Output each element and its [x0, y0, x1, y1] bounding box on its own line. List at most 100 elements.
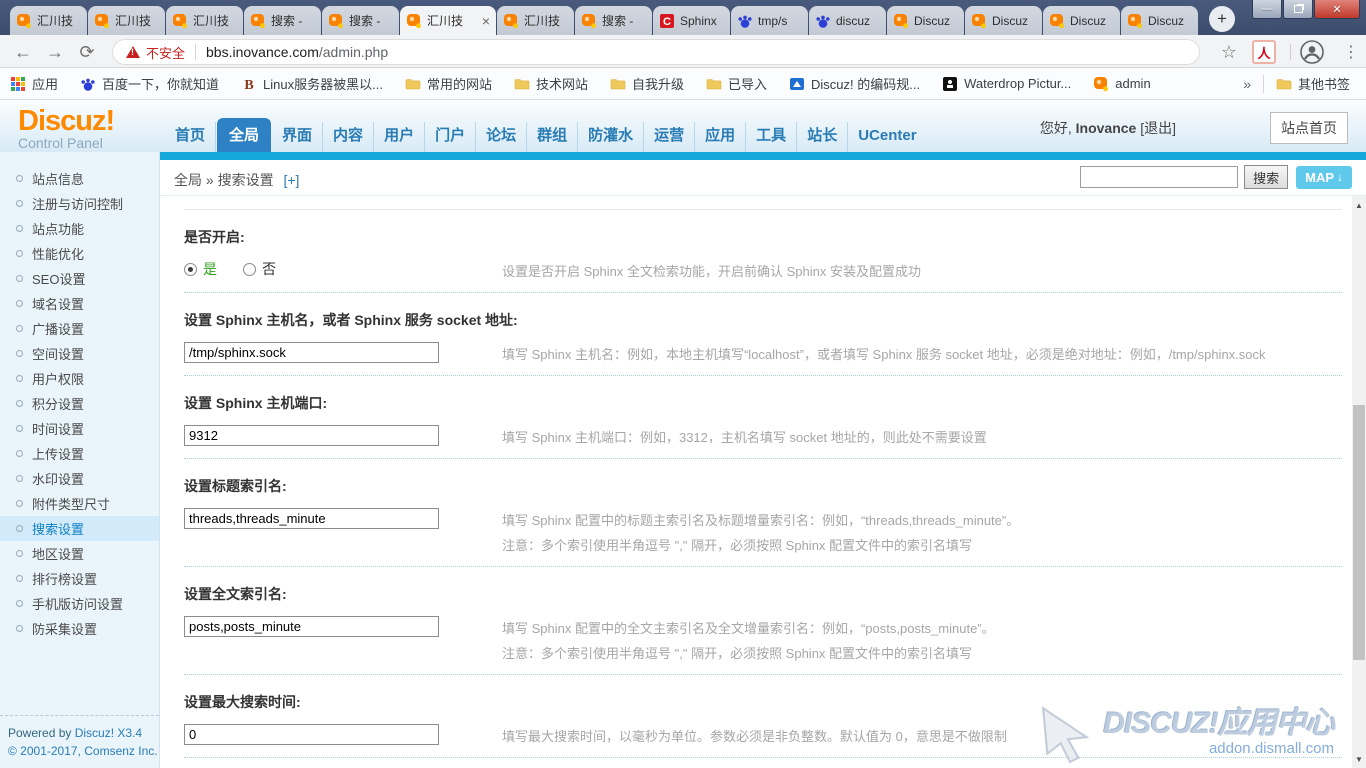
- reload-icon[interactable]: ⟳: [74, 39, 100, 65]
- radio-option[interactable]: 是: [184, 259, 217, 279]
- browser-tab[interactable]: 汇川技: [10, 6, 87, 35]
- input-max-search-time[interactable]: [184, 724, 439, 745]
- sidebar-item-upload[interactable]: 上传设置: [0, 441, 159, 466]
- sidebar-item-watermark[interactable]: 水印设置: [0, 466, 159, 491]
- bookmark-star-icon[interactable]: ☆: [1216, 39, 1242, 65]
- scrollbar-thumb[interactable]: [1353, 405, 1365, 660]
- bookmark-item[interactable]: 技术网站: [514, 74, 588, 93]
- sidebar-item-broadcast[interactable]: 广播设置: [0, 316, 159, 341]
- sidebar-item-ranking[interactable]: 排行榜设置: [0, 566, 159, 591]
- tab-close-icon[interactable]: ×: [482, 14, 490, 28]
- scroll-up-icon[interactable]: ▲: [1352, 198, 1366, 212]
- breadcrumb-global[interactable]: 全局: [174, 172, 202, 188]
- input-fulltext-index[interactable]: [184, 616, 439, 637]
- nav-tab-webmaster[interactable]: 站长: [797, 122, 848, 152]
- restore-window-button[interactable]: [1283, 0, 1313, 19]
- sidebar-item-attachment-type[interactable]: 附件类型尺寸: [0, 491, 159, 516]
- security-warning-text[interactable]: 不安全: [146, 43, 185, 62]
- breadcrumb-add-link[interactable]: [+]: [283, 172, 299, 188]
- sidebar-item-credits[interactable]: 积分设置: [0, 391, 159, 416]
- form-section-sphinx-port: 设置 Sphinx 主机端口:填写 Sphinx 主机端口：例如，3312，主机…: [184, 376, 1342, 459]
- nav-tab-user[interactable]: 用户: [374, 122, 425, 152]
- nav-tab-group[interactable]: 群组: [527, 122, 578, 152]
- sidebar-item-site-functions[interactable]: 站点功能: [0, 216, 159, 241]
- browser-tab[interactable]: 搜索 -: [244, 6, 321, 35]
- adobe-pdf-extension-icon[interactable]: 人: [1252, 40, 1276, 64]
- input-title-index[interactable]: [184, 508, 439, 529]
- bookmark-item[interactable]: 自我升级: [610, 74, 684, 93]
- input-sphinx-port[interactable]: [184, 425, 439, 446]
- radio-checked-icon[interactable]: [184, 263, 197, 276]
- nav-tab-anti-flood[interactable]: 防灌水: [578, 122, 644, 152]
- browser-tab[interactable]: 汇川技: [166, 6, 243, 35]
- admin-search-button[interactable]: 搜索: [1244, 165, 1288, 189]
- logout-link[interactable]: [退出]: [1140, 120, 1176, 136]
- radio-unchecked-icon[interactable]: [243, 263, 256, 276]
- close-window-button[interactable]: ✕: [1314, 0, 1360, 19]
- discuz-watermark: DISCUZ!应用中心 addon.dismall.com: [1039, 698, 1334, 764]
- address-bar[interactable]: 不安全 bbs.inovance.com /admin.php: [112, 39, 1200, 65]
- sidebar-item-register-access[interactable]: 注册与访问控制: [0, 191, 159, 216]
- bookmark-item[interactable]: admin: [1093, 76, 1150, 92]
- sidebar-item-site-info[interactable]: 站点信息: [0, 166, 159, 191]
- browser-tab[interactable]: Discuz: [965, 6, 1042, 35]
- sidebar-item-space[interactable]: 空间设置: [0, 341, 159, 366]
- nav-tab-global[interactable]: 全局: [217, 118, 271, 152]
- browser-menu-icon[interactable]: ⋮: [1338, 39, 1364, 65]
- map-button[interactable]: MAP ↓: [1296, 166, 1352, 189]
- nav-tab-tools[interactable]: 工具: [746, 122, 797, 152]
- bookmark-item[interactable]: Waterdrop Pictur...: [942, 76, 1071, 92]
- sidebar-item-seo[interactable]: SEO设置: [0, 266, 159, 291]
- sidebar-item-mobile-access[interactable]: 手机版访问设置: [0, 591, 159, 616]
- bookmarks-overflow-icon[interactable]: »: [1243, 76, 1251, 92]
- nav-tab-ucenter[interactable]: UCenter: [848, 122, 926, 152]
- bookmark-item[interactable]: BLinux服务器被黑以...: [241, 74, 383, 93]
- bookmark-item[interactable]: Discuz! 的编码规...: [789, 74, 920, 93]
- input-sphinx-host[interactable]: [184, 342, 439, 363]
- bookmark-item[interactable]: 百度一下，你就知道: [80, 74, 219, 93]
- browser-tab[interactable]: tmp/s: [731, 6, 808, 35]
- forward-icon[interactable]: →: [42, 39, 68, 65]
- copyright-link[interactable]: © 2001-2017, Comsenz Inc.: [8, 744, 158, 758]
- browser-tab[interactable]: 搜索 -: [322, 6, 399, 35]
- browser-tab[interactable]: 汇川技: [88, 6, 165, 35]
- browser-tab[interactable]: Discuz: [1043, 6, 1120, 35]
- scroll-down-icon[interactable]: ▼: [1352, 752, 1366, 766]
- admin-search-input[interactable]: [1080, 166, 1238, 188]
- nav-tab-application[interactable]: 应用: [695, 122, 746, 152]
- radio-option[interactable]: 否: [243, 259, 276, 279]
- back-icon[interactable]: ←: [10, 39, 36, 65]
- browser-tab[interactable]: Discuz: [1121, 6, 1198, 35]
- sidebar-item-performance[interactable]: 性能优化: [0, 241, 159, 266]
- browser-tab[interactable]: Discuz: [887, 6, 964, 35]
- sidebar-item-district[interactable]: 地区设置: [0, 541, 159, 566]
- new-tab-button[interactable]: +: [1209, 6, 1235, 32]
- sidebar-item-user-permissions[interactable]: 用户权限: [0, 366, 159, 391]
- nav-tab-operation[interactable]: 运营: [644, 122, 695, 152]
- nav-tab-portal[interactable]: 门户: [425, 122, 476, 152]
- sidebar-item-anti-collection[interactable]: 防采集设置: [0, 616, 159, 641]
- site-home-button[interactable]: 站点首页: [1270, 112, 1348, 144]
- nav-tab-forum[interactable]: 论坛: [476, 122, 527, 152]
- scrollbar[interactable]: ▲ ▼: [1352, 196, 1366, 768]
- profile-avatar-icon[interactable]: [1300, 40, 1324, 64]
- radio-label: 是: [203, 259, 217, 279]
- browser-tab[interactable]: 汇川技: [497, 6, 574, 35]
- bookmark-label: 应用: [32, 74, 58, 93]
- nav-tab-home[interactable]: 首页: [165, 122, 216, 152]
- browser-tab[interactable]: discuz: [809, 6, 886, 35]
- sidebar-item-time[interactable]: 时间设置: [0, 416, 159, 441]
- other-bookmarks-button[interactable]: 其他书签: [1276, 74, 1350, 93]
- nav-tab-interface[interactable]: 界面: [272, 122, 323, 152]
- bookmark-item[interactable]: 已导入: [706, 74, 767, 93]
- bookmark-item[interactable]: 应用: [10, 74, 58, 93]
- discuz-version-link[interactable]: Discuz! X3.4: [75, 726, 142, 740]
- browser-tab[interactable]: 搜索 -: [575, 6, 652, 35]
- bookmark-item[interactable]: 常用的网站: [405, 74, 492, 93]
- sidebar-item-domain[interactable]: 域名设置: [0, 291, 159, 316]
- browser-tab[interactable]: 汇川技×: [400, 6, 496, 35]
- browser-tab[interactable]: CSphinx: [653, 6, 730, 35]
- sidebar-item-search[interactable]: 搜索设置: [0, 516, 159, 541]
- minimize-window-button[interactable]: —: [1252, 0, 1282, 19]
- nav-tab-content[interactable]: 内容: [323, 122, 374, 152]
